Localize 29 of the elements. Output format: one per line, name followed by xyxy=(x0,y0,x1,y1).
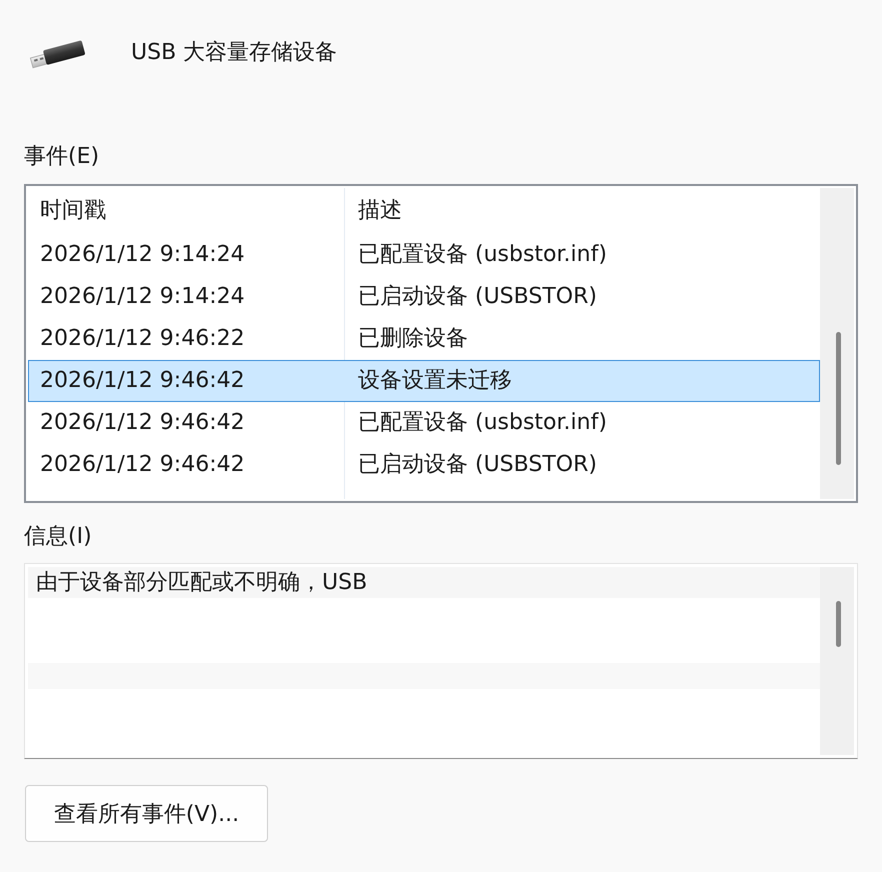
table-cell-text: 2026/1/12 9:46:22 xyxy=(39,325,246,353)
table-cell-text: 已配置设备 (usbstor.inf) xyxy=(357,241,607,269)
table-cell-text: 已启动设备 (USBSTOR) xyxy=(357,451,597,479)
event-row[interactable]: 2026/1/12 9:46:42 已启动设备 (USBSTOR) xyxy=(28,444,820,486)
scrollbar-thumb[interactable] xyxy=(836,332,841,465)
scrollbar[interactable] xyxy=(820,188,854,499)
table-cell-text: 2026/1/12 9:46:42 xyxy=(39,409,246,437)
scrollbar-thumb[interactable] xyxy=(836,601,841,647)
table-cell-text: 设备设置未迁移 xyxy=(357,367,512,395)
event-row[interactable]: 2026/1/12 9:14:24 已配置设备 (usbstor.inf) xyxy=(28,234,820,276)
table-cell-text: 已配置设备 (usbstor.inf) xyxy=(357,409,607,437)
table-cell-text: 已删除设备 xyxy=(357,325,468,353)
view-all-events-button[interactable]: 查看所有事件(V)... xyxy=(25,785,268,842)
table-cell-text: 2026/1/12 9:46:42 xyxy=(39,367,246,395)
scrollbar[interactable] xyxy=(820,567,854,755)
device-name: USB 大容量存储设备 xyxy=(131,39,338,67)
event-row[interactable]: 2026/1/12 9:46:42 已配置设备 (usbstor.inf) xyxy=(28,402,820,444)
table-cell-text: 2026/1/12 9:14:24 xyxy=(39,283,246,311)
event-row[interactable]: 2026/1/12 9:14:24 已启动设备 (USBSTOR) xyxy=(28,276,820,318)
table-cell-text: 2026/1/12 9:46:42 xyxy=(39,451,246,479)
column-header[interactable]: 时间戳 xyxy=(29,197,344,225)
info-text: 由于设备部分匹配或不明确，USB xyxy=(35,568,368,596)
info-label: 信息(I) xyxy=(24,523,92,551)
table-cell-text: 2026/1/12 9:14:24 xyxy=(39,241,246,269)
column-header[interactable]: 描述 xyxy=(345,197,402,225)
event-row[interactable]: 2026/1/12 9:46:22 已删除设备 xyxy=(28,318,820,360)
table-cell-text: 已启动设备 (USBSTOR) xyxy=(357,283,597,311)
events-label: 事件(E) xyxy=(24,143,100,171)
event-row[interactable]: 2026/1/12 9:46:42 设备设置未迁移 xyxy=(28,360,820,402)
